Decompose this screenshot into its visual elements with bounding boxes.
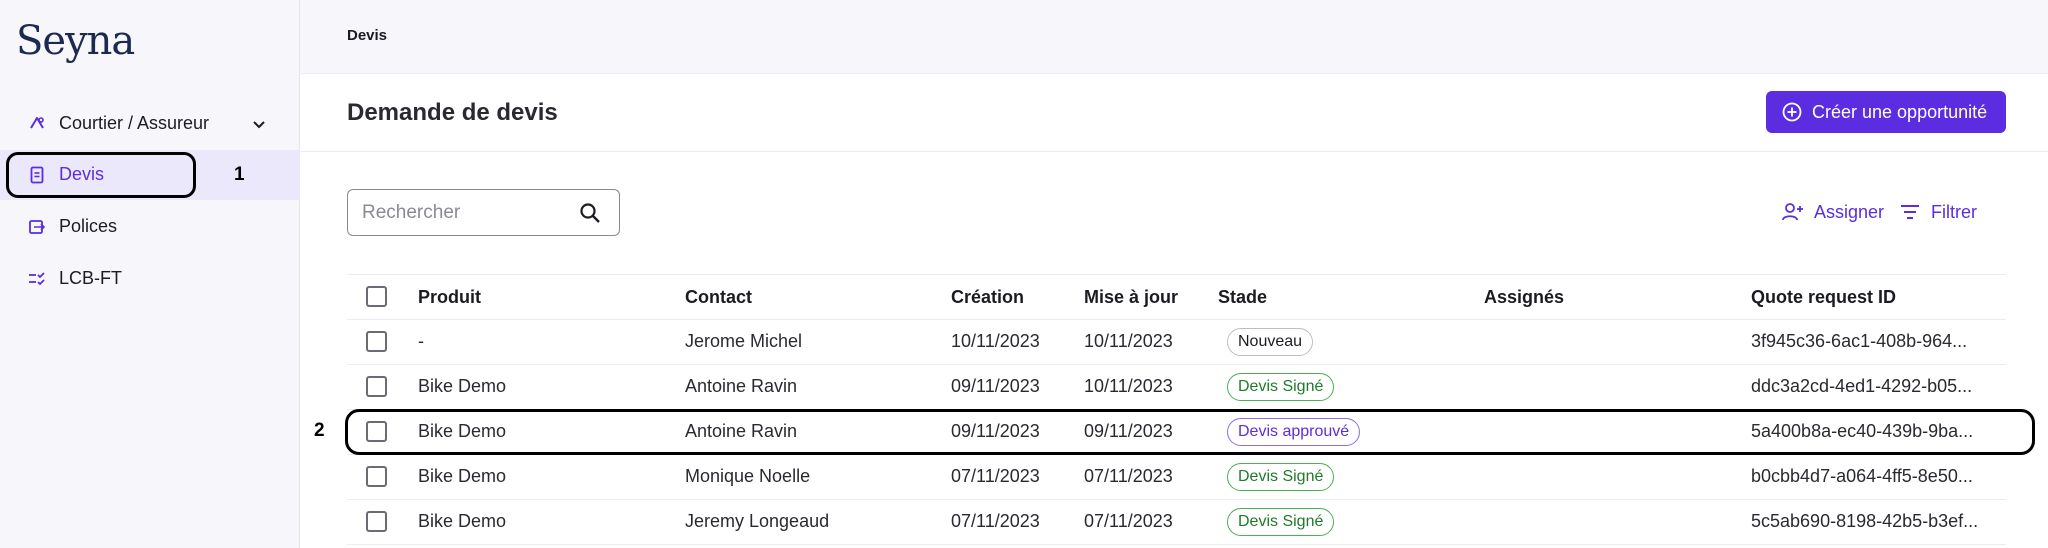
table-header: Produit Contact Création Mise à jour Sta…	[347, 274, 2006, 320]
create-opportunity-label: Créer une opportunité	[1812, 102, 1988, 122]
briefcase-icon	[30, 117, 44, 129]
search-icon[interactable]	[578, 201, 602, 225]
row-checkbox[interactable]	[366, 376, 387, 397]
policy-icon	[29, 220, 46, 234]
annotation-label-1: 1	[234, 164, 245, 185]
cell-mise-a-jour: 07/11/2023	[1084, 466, 1173, 486]
cell-creation: 09/11/2023	[951, 376, 1040, 396]
search-input[interactable]	[362, 200, 572, 226]
cell-quote-id: 5c5ab690-8198-42b5-b3ef...	[1751, 511, 1979, 531]
annotation-label-2: 2	[314, 420, 325, 441]
cell-produit: Bike Demo	[418, 376, 507, 396]
column-header-mise-a-jour[interactable]: Mise à jour	[1084, 287, 1178, 308]
highlight-outline	[6, 152, 196, 198]
table-row[interactable]: Bike Demo Jeremy Longeaud 07/11/2023 07/11/…	[347, 500, 2006, 545]
search-box[interactable]	[347, 189, 620, 236]
create-opportunity-button[interactable]: Créer une opportunité	[1766, 91, 2006, 133]
status-badge: Devis Signé	[1227, 463, 1335, 491]
cell-quote-id: b0cbb4d7-a064-4ff5-8e50...	[1751, 466, 1973, 486]
table-row[interactable]: - Jerome Michel 10/11/2023 10/11/2023 Nouvea…	[347, 320, 2006, 365]
column-header-quote-id[interactable]: Quote request ID	[1751, 287, 1896, 308]
cell-creation: 10/11/2023	[951, 331, 1040, 351]
cell-produit: Bike Demo	[418, 511, 507, 531]
cell-quote-id: ddc3a2cd-4ed1-4292-b05...	[1751, 376, 1973, 396]
assign-button[interactable]: Assigner	[1782, 200, 1884, 224]
cell-contact: Jeremy Longeaud	[685, 511, 830, 531]
cell-mise-a-jour: 10/11/2023	[1084, 376, 1173, 396]
chevron-down-icon[interactable]	[250, 115, 268, 133]
table-row[interactable]: Bike Demo Monique Noelle 07/11/2023 07/11/2…	[347, 455, 2006, 500]
org-selector[interactable]: Courtier / Assureur	[0, 104, 300, 142]
cell-contact: Antoine Ravin	[685, 376, 798, 396]
table-row[interactable]: Bike Demo Antoine Ravin 09/11/2023 10/11/20…	[347, 365, 2006, 410]
cell-creation: 07/11/2023	[951, 466, 1040, 486]
assign-label: Assigner	[1814, 201, 1885, 222]
cell-produit: -	[418, 331, 424, 351]
status-badge: Devis Signé	[1227, 508, 1335, 536]
row-checkbox[interactable]	[366, 511, 387, 532]
sidebar-item-label: Polices	[59, 216, 118, 236]
column-header-contact[interactable]: Contact	[685, 287, 752, 308]
breadcrumb: Devis	[347, 27, 388, 44]
cell-contact: Monique Noelle	[685, 466, 811, 486]
cell-produit: Bike Demo	[418, 466, 507, 486]
row-highlight-outline	[345, 409, 2035, 455]
column-header-stade[interactable]: Stade	[1218, 287, 1267, 308]
top-bar	[300, 0, 2048, 74]
select-all-checkbox[interactable]	[366, 286, 387, 307]
filter-label: Filtrer	[1931, 201, 1977, 222]
sidebar: Seyna Courtier / Assureur Devis 1 Police…	[0, 0, 300, 548]
page-title: Demande de devis	[347, 99, 558, 126]
status-badge: Devis Signé	[1227, 373, 1335, 401]
column-header-creation[interactable]: Création	[951, 287, 1024, 308]
row-checkbox[interactable]	[366, 466, 387, 487]
app-logo[interactable]: Seyna	[16, 18, 135, 64]
org-selector-label: Courtier / Assureur	[59, 113, 210, 133]
sidebar-item-lcb-ft[interactable]: LCB-FT	[0, 254, 300, 304]
plus-circle-icon	[1782, 102, 1802, 122]
row-checkbox[interactable]	[366, 331, 387, 352]
add-person-icon	[1782, 203, 1803, 221]
cell-contact: Jerome Michel	[685, 331, 803, 351]
status-badge: Nouveau	[1227, 328, 1314, 356]
cell-mise-a-jour: 10/11/2023	[1084, 331, 1173, 351]
column-header-assignes[interactable]: Assignés	[1484, 287, 1564, 308]
cell-quote-id: 3f945c36-6ac1-408b-964...	[1751, 331, 1968, 351]
column-header-produit[interactable]: Produit	[418, 287, 481, 308]
cell-mise-a-jour: 07/11/2023	[1084, 511, 1173, 531]
filter-button[interactable]: Filtrer	[1899, 200, 1977, 224]
sidebar-item-polices[interactable]: Polices	[0, 202, 300, 252]
sidebar-item-devis[interactable]: Devis	[0, 150, 300, 200]
filter-icon	[1901, 205, 1919, 219]
cell-creation: 07/11/2023	[951, 511, 1040, 531]
sidebar-item-label: LCB-FT	[59, 268, 122, 288]
checklist-icon	[29, 272, 45, 286]
